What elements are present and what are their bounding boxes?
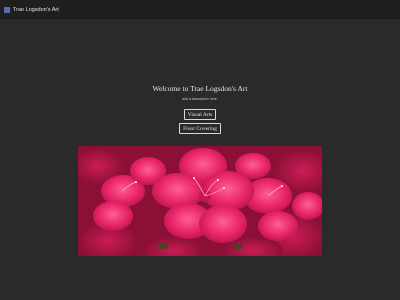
- page-title: Welcome to Trae Logsdon's Art: [152, 84, 248, 93]
- hero-image: [78, 146, 322, 256]
- page-subtitle: add a description here.: [182, 97, 218, 101]
- brand-link[interactable]: Trae Logsdon's Art: [4, 3, 59, 16]
- logo-icon: [4, 6, 10, 13]
- visual-arts-button[interactable]: Visual Arts: [184, 109, 216, 120]
- top-navbar: Trae Logsdon's Art: [0, 0, 400, 19]
- azalea-photo: [78, 146, 322, 256]
- floor-covering-button[interactable]: Floor Covering: [179, 123, 221, 134]
- brand-label: Trae Logsdon's Art: [13, 6, 59, 13]
